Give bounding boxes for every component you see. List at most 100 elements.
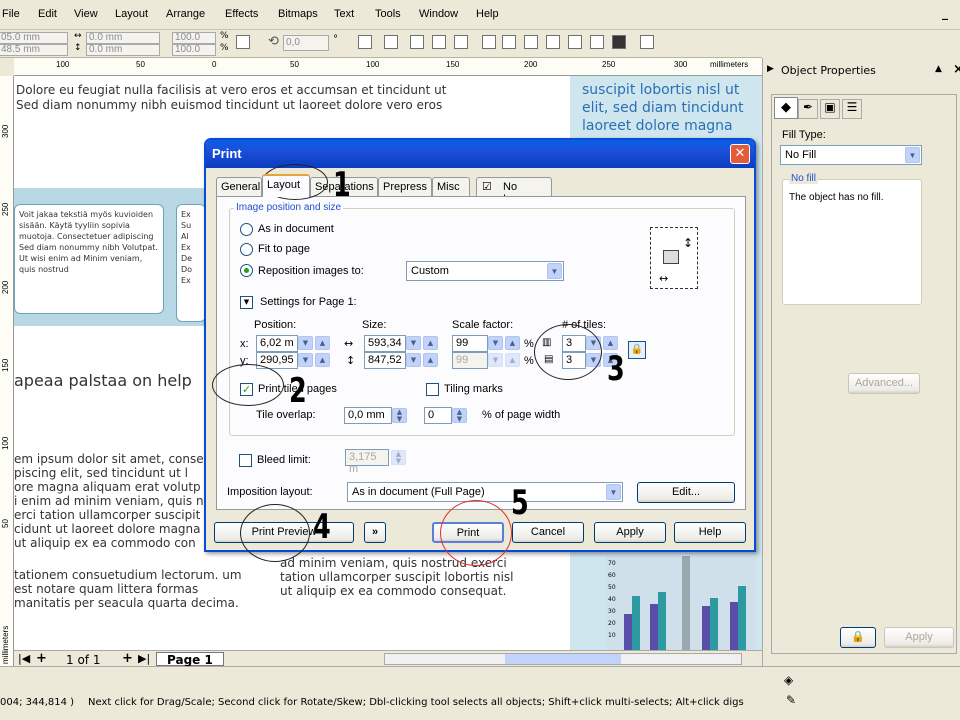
intersect-icon[interactable] [524, 35, 538, 49]
rotation-field[interactable]: 0,0 [283, 35, 329, 51]
tab-no-issues[interactable]: ☑ No Issues [476, 177, 552, 205]
fill-type-select[interactable]: No Fill ▼ [780, 145, 922, 165]
spin-updown-icon[interactable]: ▲ ▼ [391, 450, 406, 465]
object-properties-docker: ▶ Object Properties ▲ × ◆ ✒ ▣ ☰ Fill Typ… [762, 58, 960, 666]
height-icon: ↕ [74, 43, 82, 53]
ungroup-all-icon[interactable] [432, 35, 446, 49]
spin-up-icon[interactable]: ▲ [603, 336, 618, 350]
tiling-marks-checkbox[interactable] [426, 383, 439, 396]
lock-ratio-icon[interactable] [236, 35, 250, 49]
scale-x-field[interactable]: 100.0 [172, 32, 216, 44]
horizontal-scrollbar[interactable] [384, 653, 742, 665]
reposition-select[interactable]: Custom ▼ [406, 261, 564, 281]
menu-arrange[interactable]: Arrange [166, 8, 205, 20]
lock-icon[interactable]: 🔒 [840, 627, 876, 648]
menu-text[interactable]: Text [334, 8, 354, 20]
cancel-button[interactable]: Cancel [512, 522, 584, 543]
height-field[interactable]: 0.0 mm [86, 44, 160, 56]
spin-down-icon[interactable]: ▼ [488, 336, 503, 350]
rotate-icon: ⟲ [268, 34, 279, 49]
simplify-icon[interactable] [546, 35, 560, 49]
add-page-icon[interactable]: + [36, 651, 47, 666]
ungroup-icon[interactable] [410, 35, 424, 49]
spin-down-icon[interactable]: ▼ [406, 336, 421, 350]
text-tab-icon[interactable]: ☰ [842, 99, 862, 119]
size-width-input[interactable]: 593,34 [364, 335, 406, 352]
close-button[interactable]: ✕ [730, 144, 750, 164]
close-icon[interactable]: × [953, 62, 960, 77]
spin-down-icon[interactable]: ▼ [298, 336, 313, 350]
page-navigation-bar: |◀ + 1 of 1 + ▶| Page 1 [14, 650, 762, 667]
page-tab[interactable]: Page 1 [156, 652, 224, 667]
menu-bitmaps[interactable]: Bitmaps [278, 8, 318, 20]
spin-up-icon[interactable]: ▲ [505, 353, 520, 367]
menu-edit[interactable]: Edit [38, 8, 57, 20]
edit-button[interactable]: Edit... [637, 482, 735, 503]
expand-preview-button[interactable]: » [364, 522, 386, 543]
spin-up-icon[interactable]: ▲ [315, 336, 330, 350]
last-page-icon[interactable]: ▶| [138, 652, 150, 665]
scale-x-input[interactable]: 99 [452, 335, 488, 352]
menu-tools[interactable]: Tools [375, 8, 401, 20]
tab-prepress[interactable]: Prepress [378, 177, 432, 196]
help-button[interactable]: Help [674, 522, 746, 543]
width-field[interactable]: 0.0 mm [86, 32, 160, 44]
menu-window[interactable]: Window [419, 8, 458, 20]
annotation-ellipse [440, 500, 512, 566]
general-tab-icon[interactable]: ▣ [820, 99, 840, 119]
spin-up-icon[interactable]: ▲ [423, 336, 438, 350]
spin-up-icon[interactable]: ▲ [423, 353, 438, 367]
bleed-limit-checkbox[interactable] [239, 454, 252, 467]
collapse-settings-icon[interactable]: ▼ [240, 296, 253, 309]
apply-button[interactable]: Apply [884, 627, 954, 648]
spin-up-icon[interactable]: ▲ [505, 336, 520, 350]
size-height-input[interactable]: 847,52 [364, 352, 406, 369]
spin-down-icon[interactable]: ▼ [406, 353, 421, 367]
bleed-limit-input[interactable]: 3,175 m [345, 449, 389, 475]
tile-overlap-input[interactable]: 0,0 mm [344, 407, 392, 424]
menu-help[interactable]: Help [476, 8, 499, 20]
menu-effects[interactable]: Effects [225, 8, 258, 20]
position-x-input[interactable]: 6,02 m [256, 335, 298, 352]
scale-y-input[interactable]: 99 [452, 352, 488, 369]
y-position-field[interactable]: 48.5 mm [0, 44, 68, 56]
spin-up-icon[interactable]: ▲ [315, 353, 330, 367]
fit-to-page-radio[interactable] [240, 243, 253, 256]
align-icon[interactable] [640, 35, 654, 49]
combine-icon[interactable] [454, 35, 468, 49]
menu-view[interactable]: View [74, 8, 98, 20]
expand-icon[interactable]: ▲ [935, 64, 942, 74]
spin-updown-icon[interactable]: ▲ ▼ [392, 408, 407, 423]
spin-down-icon[interactable]: ▼ [298, 353, 313, 367]
as-in-document-radio[interactable] [240, 223, 253, 236]
advanced-button[interactable]: Advanced... [848, 373, 920, 394]
front-minus-back-icon[interactable] [568, 35, 582, 49]
trim-icon[interactable] [502, 35, 516, 49]
boundary-icon[interactable] [612, 35, 626, 49]
outline-tab-icon[interactable]: ✒ [798, 99, 818, 119]
back-minus-front-icon[interactable] [590, 35, 604, 49]
reposition-radio[interactable] [240, 264, 253, 277]
scale-y-field[interactable]: 100.0 [172, 44, 216, 56]
tab-layout[interactable]: Layout [262, 174, 310, 197]
mirror-icon[interactable] [358, 35, 372, 49]
imposition-select[interactable]: As in document (Full Page) ▼ [347, 482, 623, 502]
fill-tab-icon[interactable]: ◆ [774, 97, 798, 119]
collapse-icon[interactable]: ▶ [767, 64, 774, 74]
lock-icon[interactable]: 🔒 [628, 341, 646, 359]
first-page-icon[interactable]: |◀ [18, 652, 30, 665]
menu-file[interactable]: File [2, 8, 20, 20]
x-position-field[interactable]: 05.0 mm [0, 32, 68, 44]
tile-overlap-pct-input[interactable]: 0 [424, 407, 452, 424]
scrollbar-thumb[interactable] [505, 654, 621, 664]
tab-general[interactable]: General [216, 177, 262, 196]
add-page-icon[interactable]: + [122, 651, 133, 666]
tab-misc[interactable]: Misc [432, 177, 470, 196]
spin-updown-icon[interactable]: ▲ ▼ [452, 408, 467, 423]
group-icon[interactable] [384, 35, 398, 49]
apply-button[interactable]: Apply [594, 522, 666, 543]
weld-icon[interactable] [482, 35, 496, 49]
minimize-icon[interactable]: _ [942, 6, 948, 20]
menu-layout[interactable]: Layout [115, 8, 148, 20]
spin-down-icon[interactable]: ▼ [488, 353, 503, 367]
